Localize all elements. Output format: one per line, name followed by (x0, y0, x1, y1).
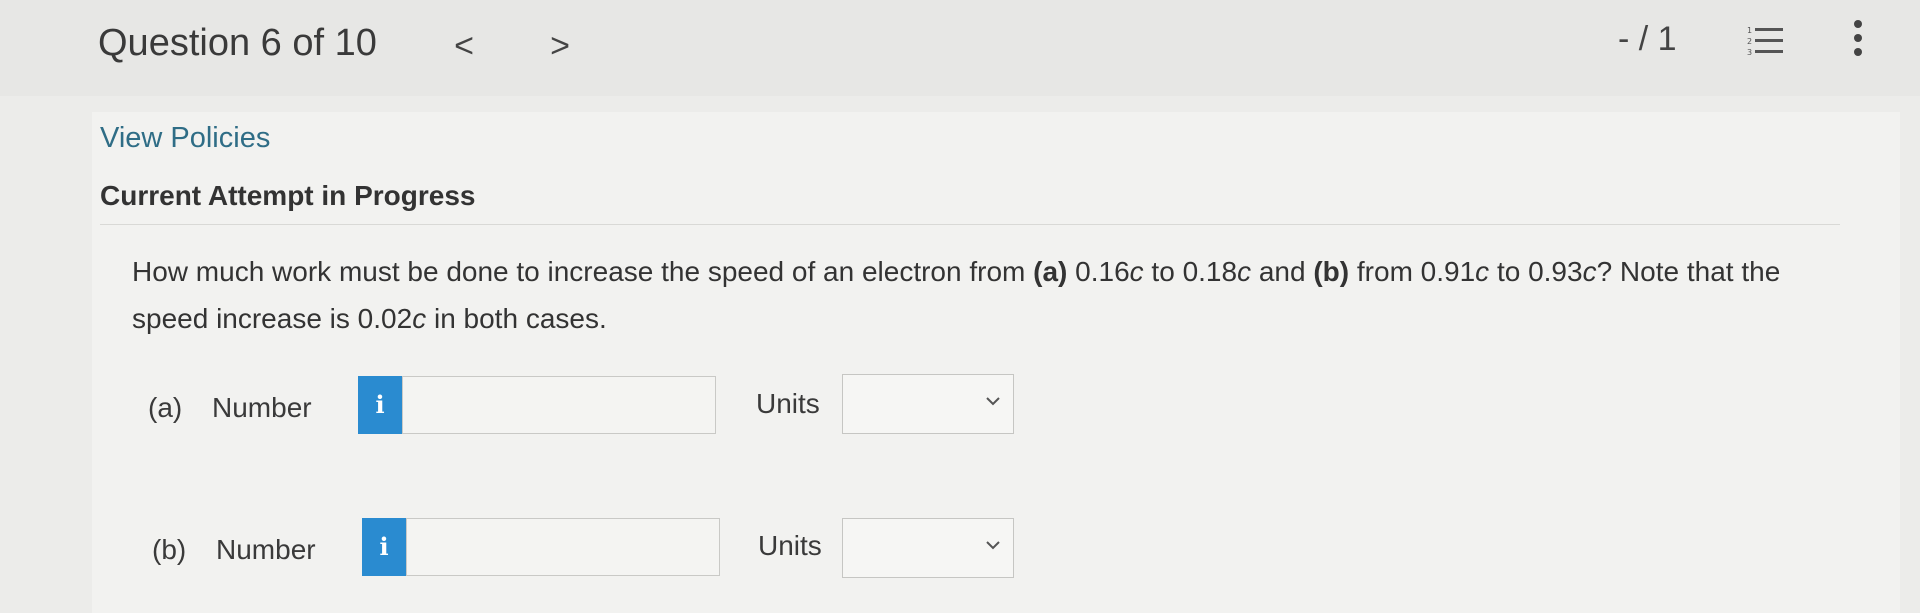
more-vertical-icon[interactable] (1846, 18, 1870, 58)
part-a-units-label: Units (756, 388, 820, 419)
chevron-down-icon (986, 541, 1000, 550)
part-a-marker: (a) (1033, 256, 1068, 287)
attempt-status: Current Attempt in Progress (100, 180, 476, 211)
part-a-number-input[interactable] (402, 376, 716, 434)
svg-text:2: 2 (1747, 37, 1752, 46)
part-a-units-select[interactable] (842, 374, 1014, 434)
svg-text:1: 1 (1747, 26, 1752, 35)
info-icon[interactable]: i (358, 376, 402, 434)
chevron-right-icon[interactable]: > (540, 26, 580, 66)
info-icon[interactable]: i (362, 518, 406, 576)
part-b-number-label: Number (216, 534, 316, 565)
score-display: - / 1 (1618, 20, 1677, 58)
divider (100, 224, 1840, 225)
part-b-number-input[interactable] (406, 518, 720, 576)
part-b-units-label: Units (758, 530, 822, 561)
question-text: How much work must be done to increase t… (132, 256, 1781, 334)
numbered-list-icon[interactable]: 1 2 3 (1746, 24, 1786, 58)
part-a-label: (a) (148, 392, 183, 423)
part-b-label: (b) (152, 534, 187, 565)
part-b-marker: (b) (1313, 256, 1350, 287)
svg-text:3: 3 (1747, 48, 1752, 57)
chevron-left-icon[interactable]: < (444, 26, 484, 66)
part-a-number-label: Number (212, 392, 312, 423)
question-title: Question 6 of 10 (98, 22, 377, 64)
part-b-units-select[interactable] (842, 518, 1014, 578)
chevron-down-icon (986, 397, 1000, 406)
view-policies-link[interactable]: View Policies (100, 122, 270, 155)
